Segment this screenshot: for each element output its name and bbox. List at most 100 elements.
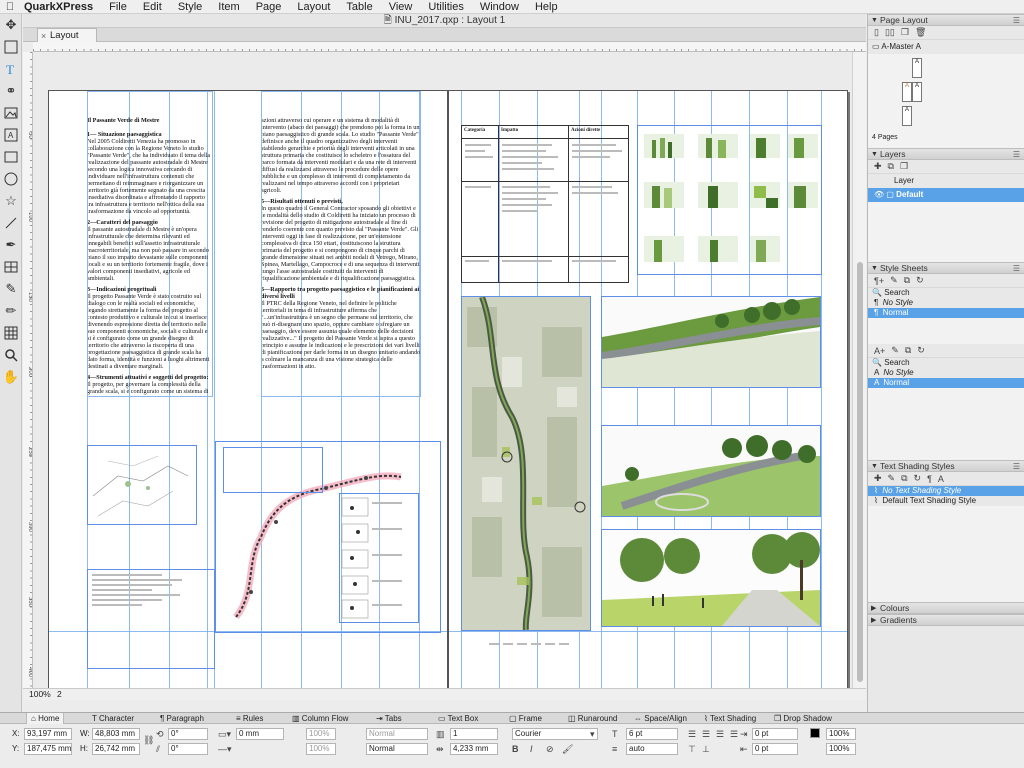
tab-character[interactable]: T Character [88, 713, 138, 724]
skew-field[interactable]: 0° [168, 743, 208, 755]
page-thumb[interactable]: A [912, 82, 922, 102]
scroll-thumb[interactable] [857, 262, 863, 682]
horizontal-ruler[interactable] [33, 42, 866, 52]
italic-button[interactable]: I [530, 743, 533, 755]
tab-tabs[interactable]: ⇥ Tabs [372, 713, 406, 724]
shading-style-row-default[interactable]: ⌇ Default Text Shading Style [868, 496, 1024, 506]
master-page-item[interactable]: ▭ A-Master A [868, 40, 1024, 54]
valign-top-button[interactable]: ⊤ [688, 743, 696, 755]
paragraph-shading-icon[interactable]: ¶ [927, 474, 932, 484]
detail-thumbnails[interactable] [339, 493, 419, 623]
aerial-plan-image[interactable] [461, 296, 591, 631]
gutter-field[interactable]: 4,233 mm [450, 743, 498, 755]
menu-layout[interactable]: Layout [289, 0, 338, 14]
style-sheets-title[interactable]: ▼ Style Sheets ☰ [868, 262, 1024, 274]
new-shading-style-icon[interactable]: ✚ [874, 473, 882, 484]
tab-home[interactable]: ⌂ Home [26, 713, 65, 724]
constrain-link-icon[interactable]: ⛓ [143, 734, 154, 746]
edit-style-icon[interactable]: ✎ [890, 275, 898, 286]
palette-menu-icon[interactable]: ☰ [1013, 15, 1020, 26]
layers-title[interactable]: ▼ Layers ☰ [868, 148, 1024, 160]
menu-utilities[interactable]: Utilities [420, 0, 471, 14]
menu-edit[interactable]: Edit [135, 0, 170, 14]
text-box-frame[interactable] [87, 91, 213, 397]
tab-space-align[interactable]: ⇔ Space/Align [630, 713, 691, 724]
blend-mode-select[interactable]: Normal [366, 728, 428, 740]
leading-field[interactable]: auto [626, 743, 678, 755]
duplicate-style-icon[interactable]: ⧉ [901, 473, 907, 484]
opacity-field[interactable]: 100% [306, 728, 336, 740]
eye-icon[interactable]: 👁 [874, 190, 884, 199]
menu-view[interactable]: View [381, 0, 421, 14]
text-content-tool-icon[interactable]: T [0, 58, 22, 80]
page-right[interactable]: Categoria Impatto Azioni dirette [448, 90, 848, 688]
table-tool-icon[interactable] [0, 256, 22, 278]
blank-facing-page-icon[interactable]: ▯▯ [885, 27, 895, 38]
new-paragraph-style-icon[interactable]: ¶+ [874, 276, 884, 286]
menu-file[interactable]: File [101, 0, 135, 14]
text-color-swatch[interactable] [810, 728, 820, 738]
font-family-select[interactable]: Courier [512, 728, 598, 740]
duplicate-style-icon[interactable]: ⧉ [905, 345, 911, 356]
eyedropper-tool-icon[interactable]: ✎ [0, 278, 22, 300]
gradients-title[interactable]: ▶ Gradients [868, 614, 1024, 626]
update-style-icon[interactable]: ↻ [916, 275, 924, 286]
page-left[interactable]: Il Passante Verde di Mestre 1— Situazion… [48, 90, 448, 688]
update-style-icon[interactable]: ↻ [914, 473, 922, 484]
format-painter-tool-icon[interactable]: ✏ [0, 300, 22, 322]
valign-center-button[interactable]: ⊥ [702, 743, 710, 755]
edit-style-icon[interactable]: ✎ [891, 345, 899, 356]
opacity-field-2[interactable]: 100% [306, 743, 336, 755]
vertical-ruler[interactable]: 50 100 150 200 250 300 350 400 [23, 52, 33, 688]
text-opacity-field[interactable]: 100% [826, 743, 856, 755]
menu-window[interactable]: Window [472, 0, 527, 14]
rectangle-box-tool-icon[interactable] [0, 146, 22, 168]
character-style-row-normal[interactable]: A Normal [868, 378, 1024, 388]
rendering-1[interactable] [601, 296, 821, 388]
rotation-field[interactable]: 0° [168, 728, 208, 740]
collapse-icon[interactable]: ▼ [871, 461, 878, 472]
font-size-field[interactable]: 6 pt [626, 728, 678, 740]
page-number[interactable]: 2 [57, 689, 62, 700]
grid-tool-icon[interactable] [0, 322, 22, 344]
pan-tool-icon[interactable]: ✋ [0, 366, 22, 388]
paragraph-style-row[interactable]: ¶ No Style [868, 298, 1024, 308]
character-shading-icon[interactable]: A [938, 474, 944, 484]
zoom-tool-icon[interactable] [0, 344, 22, 366]
collapse-icon[interactable]: ▼ [871, 263, 878, 274]
site-plan-image[interactable] [87, 445, 197, 525]
rendering-2[interactable] [601, 425, 821, 517]
colours-title[interactable]: ▶ Colours [868, 602, 1024, 614]
menu-style[interactable]: Style [170, 0, 210, 14]
baseline-shift-field[interactable]: 0 pt [752, 743, 798, 755]
stroke-style-icon[interactable]: ▭▾ [218, 728, 231, 740]
zoom-level[interactable]: 100% [29, 689, 51, 700]
text-shading-title[interactable]: ▼ Text Shading Styles ☰ [868, 460, 1024, 472]
blend-mode-select-2[interactable]: Normal [366, 743, 428, 755]
stroke-width-field[interactable]: 0 mm [236, 728, 284, 740]
indent-field[interactable]: 0 pt [752, 728, 798, 740]
pasteboard[interactable]: Il Passante Verde di Mestre 1— Situazion… [34, 53, 852, 688]
layer-row-default[interactable]: 👁 ▢ Default [868, 188, 1024, 202]
align-center-button[interactable]: ☰ [702, 728, 710, 740]
update-style-icon[interactable]: ↻ [917, 345, 925, 356]
duplicate-page-icon[interactable]: ❐ [901, 27, 909, 38]
content-tool-icon[interactable] [0, 36, 22, 58]
tab-layout-1[interactable]: × Layout 1 [37, 28, 97, 54]
oval-box-tool-icon[interactable] [0, 168, 22, 190]
section-drawings[interactable] [637, 125, 822, 275]
tab-paragraph[interactable]: ¶ Paragraph [156, 713, 208, 724]
collapse-icon[interactable]: ▼ [871, 15, 878, 26]
expand-icon[interactable]: ▶ [871, 615, 876, 626]
menu-help[interactable]: Help [527, 0, 566, 14]
blank-page-icon[interactable]: ▯ [874, 27, 879, 38]
type-style-icon[interactable]: ⊘ [546, 743, 554, 755]
edit-style-icon[interactable]: ✎ [888, 473, 896, 484]
character-style-row[interactable]: A No Style [868, 368, 1024, 378]
text-color-icon[interactable]: 🖌 [562, 743, 573, 755]
tab-frame[interactable]: ▢ Frame [505, 713, 546, 724]
apple-menu-icon[interactable]:  [0, 1, 20, 13]
picture-content-tool-icon[interactable] [0, 102, 22, 124]
width-field[interactable]: 48,803 mm [92, 728, 140, 740]
text-box-tool-icon[interactable]: A [0, 124, 22, 146]
